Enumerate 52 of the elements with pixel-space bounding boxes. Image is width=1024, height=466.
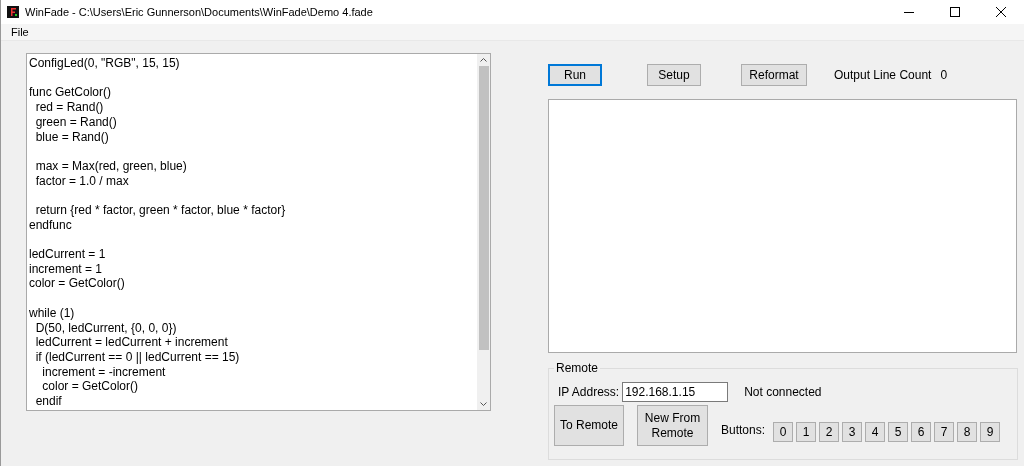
code-line: max = Max(red, green, blue) <box>34 158 187 174</box>
remote-action-button[interactable]: To Remote <box>554 405 624 446</box>
app-icon <box>7 6 19 18</box>
ip-address-label: IP Address: <box>558 384 620 401</box>
code-editor[interactable] <box>26 53 491 411</box>
toolbar-button[interactable]: Run <box>548 64 602 86</box>
output-line-count-label: Output Line Count <box>834 67 932 84</box>
scroll-up-icon[interactable] <box>480 58 487 62</box>
toolbar-button[interactable]: Reformat <box>741 64 807 86</box>
number-button[interactable]: 1 <box>796 421 817 442</box>
code-line: factor = 1.0 / max <box>34 173 129 189</box>
code-line: color = GetColor() <box>29 276 125 292</box>
number-button[interactable]: 7 <box>934 421 955 442</box>
code-line: ConfigLed(0, "RGB", 15, 15) <box>29 56 180 71</box>
buttons-label: Buttons: <box>721 421 766 439</box>
number-button[interactable]: 2 <box>819 421 840 442</box>
maximize-icon <box>950 7 960 17</box>
code-line: ledCurrent = ledCurrent + increment <box>34 335 228 350</box>
output-line-count-value: 0 <box>940 67 948 84</box>
number-button[interactable]: 0 <box>773 421 794 442</box>
window-title: WinFade - C:\Users\Eric Gunnerson\Documents\WinFade\Demo 4.fade <box>25 4 373 20</box>
code-line: color = GetColor() <box>41 379 139 395</box>
code-line: endif <box>34 394 62 409</box>
code-line: increment = 1 <box>29 261 103 277</box>
number-button[interactable]: 6 <box>911 421 932 442</box>
scroll-down-icon[interactable] <box>480 402 487 406</box>
code-line: return {red * factor, green * factor, blue * factor} <box>34 203 286 218</box>
code-line: while (1) <box>29 305 75 321</box>
number-button[interactable]: 5 <box>888 421 909 442</box>
ip-address-field[interactable]: 192.168.1.15 <box>622 382 729 402</box>
number-button[interactable]: 9 <box>980 421 1001 442</box>
number-button[interactable]: 4 <box>865 421 886 442</box>
number-button[interactable]: 8 <box>957 421 978 442</box>
number-button[interactable]: 3 <box>842 421 863 442</box>
minimize-icon <box>904 11 914 13</box>
code-line: D(50, ledCurrent, {0, 0, 0}) <box>34 320 177 336</box>
scrollbar[interactable] <box>477 54 490 410</box>
toolbar-button[interactable]: Setup <box>647 64 701 86</box>
code-line: green = Rand() <box>34 114 117 130</box>
code-line: if (ledCurrent == 0 || ledCurrent == 15) <box>34 350 240 365</box>
code-line: red = Rand() <box>34 100 104 115</box>
code-line: blue = Rand() <box>34 129 109 145</box>
code-line: ledCurrent = 1 <box>29 247 106 262</box>
menu-item[interactable]: File <box>11 23 29 41</box>
code-line: increment = -increment <box>41 364 166 380</box>
close-icon <box>996 7 1006 17</box>
code-line: endfunc <box>29 217 72 233</box>
group-title: Remote <box>554 361 601 375</box>
code-line: func GetColor() <box>29 85 112 101</box>
connection-status: Not connected <box>744 384 822 401</box>
remote-action-button[interactable]: New From Remote <box>637 405 708 446</box>
scrollbar-thumb[interactable] <box>478 66 489 350</box>
